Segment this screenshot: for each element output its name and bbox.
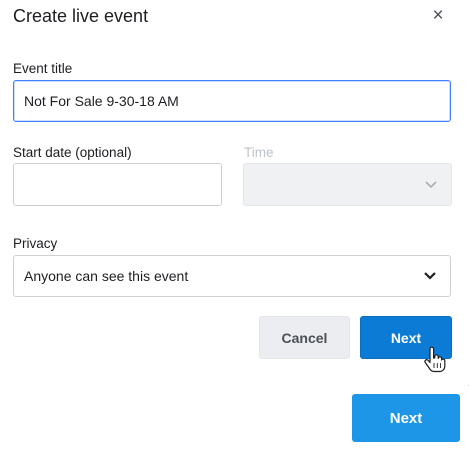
divider-dot <box>468 385 469 386</box>
start-date-label: Start date (optional) <box>13 145 132 160</box>
time-select[interactable] <box>243 163 452 206</box>
start-date-input[interactable] <box>13 163 222 206</box>
chevron-down-icon <box>425 180 437 188</box>
time-label: Time <box>244 145 274 160</box>
next-button-secondary[interactable]: Next <box>352 394 460 442</box>
event-title-label: Event title <box>13 61 73 76</box>
chevron-down-icon <box>424 272 436 280</box>
event-title-input[interactable]: Not For Sale 9-30-18 AM <box>13 80 451 122</box>
close-icon[interactable]: × <box>430 6 446 26</box>
dialog-title: Create live event <box>13 6 149 26</box>
privacy-select[interactable]: Anyone can see this event <box>13 255 451 297</box>
cancel-button[interactable]: Cancel <box>259 316 350 359</box>
hand-pointer-cursor-icon <box>424 346 446 373</box>
privacy-value: Anyone can see this event <box>24 268 189 284</box>
event-title-value: Not For Sale 9-30-18 AM <box>24 93 179 109</box>
privacy-label: Privacy <box>13 236 58 251</box>
